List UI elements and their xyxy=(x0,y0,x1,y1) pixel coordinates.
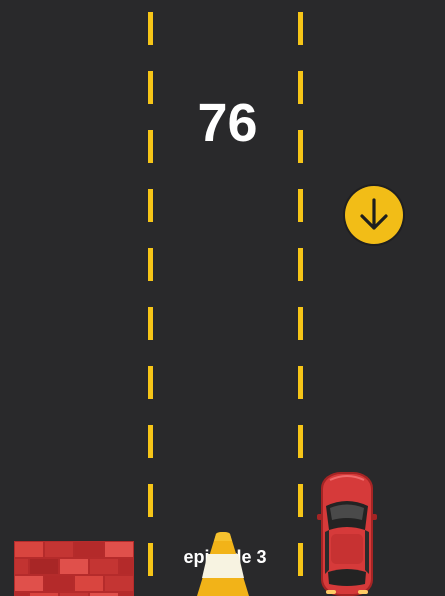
lane-divider-right-dashes xyxy=(298,12,303,596)
brick-wall-obstacle xyxy=(14,541,134,596)
traffic-cone-icon xyxy=(197,532,249,596)
score-display: 76 xyxy=(197,93,258,153)
arrow-down-icon xyxy=(343,184,405,246)
lane-divider-left-dashes xyxy=(148,12,153,596)
powerup-coin xyxy=(342,183,406,247)
lane-divider-right xyxy=(298,0,303,596)
traffic-cone-obstacle xyxy=(197,532,249,596)
brick-wall-icon xyxy=(14,541,134,596)
game-canvas[interactable]: 76 3 xyxy=(0,0,445,596)
red-car-icon xyxy=(317,472,377,596)
player-car[interactable] xyxy=(316,470,378,596)
lane-divider-left xyxy=(148,0,153,596)
